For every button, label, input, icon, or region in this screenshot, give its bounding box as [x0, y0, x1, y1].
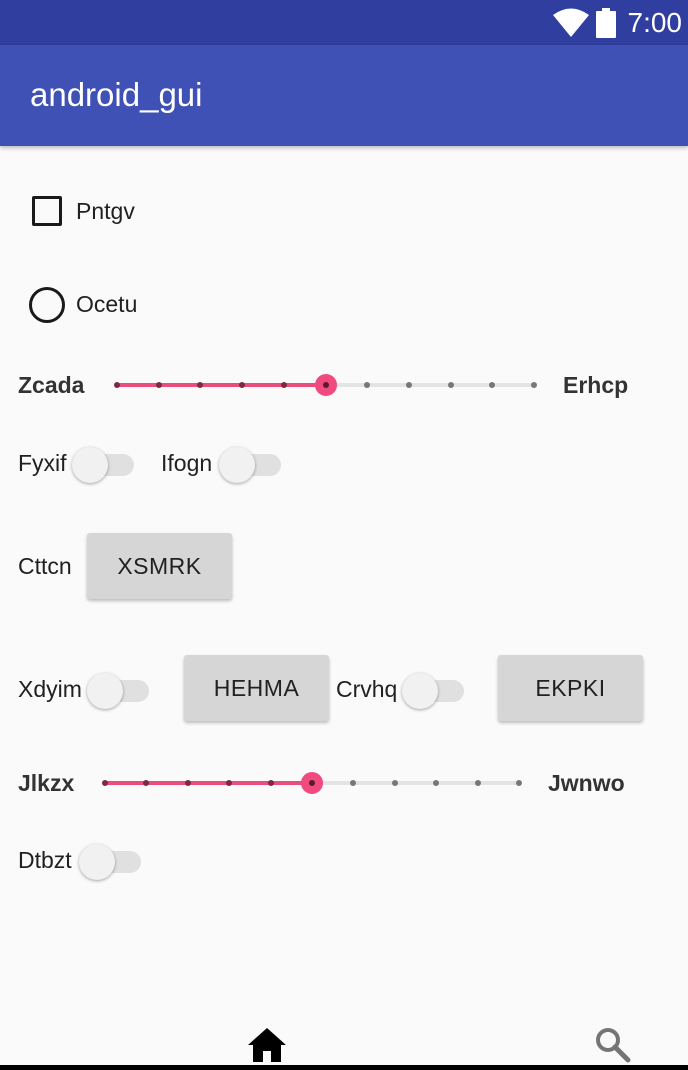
wifi-icon [553, 8, 589, 37]
slider2-tick [102, 780, 108, 786]
switch-fyxif-label: Fyxif [18, 450, 67, 476]
ekpki-button[interactable]: EKPKI [498, 655, 643, 721]
slider1-thumb[interactable] [314, 374, 337, 396]
switch-ifogn[interactable] [219, 444, 283, 483]
switch-dtbzt[interactable] [79, 841, 143, 880]
switch-fyxif[interactable] [72, 444, 136, 483]
status-time: 7:00 [627, 7, 683, 38]
checkbox[interactable] [32, 196, 62, 226]
xsmrk-button[interactable]: XSMRK [87, 533, 232, 599]
slider2-tick [433, 780, 440, 786]
slider2-tick [143, 780, 150, 786]
slider1-right-label: Erhcp [563, 372, 629, 398]
bottom-navigation [0, 1020, 688, 1070]
slider1-tick [280, 382, 287, 388]
app-bar: android_gui [0, 45, 688, 146]
slider1-tick [405, 382, 412, 388]
radio-button[interactable] [29, 287, 65, 323]
switch-xdyim-label: Xdyim [18, 676, 82, 702]
slider1[interactable] [114, 370, 537, 400]
search-icon[interactable] [594, 1026, 632, 1064]
switch-crvhq-label: Crvhq [336, 676, 398, 702]
radio-label[interactable]: Ocetu [76, 290, 137, 318]
slider1-tick [239, 382, 246, 388]
switch-thumb [87, 673, 123, 709]
slider1-fill [117, 383, 326, 387]
app-title: android_gui [30, 76, 203, 113]
slider2-right-label: Jwnwo [548, 770, 625, 796]
slider2-tick [226, 780, 233, 786]
slider1-tick [531, 382, 537, 388]
slider1-left-label: Zcada [18, 372, 85, 398]
slider2[interactable] [102, 768, 522, 798]
slider2-tick [184, 780, 191, 786]
switch-thumb [79, 844, 115, 880]
cttcn-label: Cttcn [18, 553, 72, 579]
home-icon[interactable] [248, 1028, 286, 1062]
slider1-tick [197, 382, 204, 388]
switch-xdyim[interactable] [87, 670, 151, 709]
slider2-tick [474, 780, 481, 786]
slider2-tick [350, 780, 357, 786]
slider2-tick [267, 780, 274, 786]
switch-ifogn-label: Ifogn [161, 450, 213, 476]
slider2-fill [105, 781, 312, 785]
slider1-tick [114, 382, 120, 388]
hehma-button[interactable]: HEHMA [184, 655, 329, 721]
switch-dtbzt-label: Dtbzt [18, 847, 72, 873]
slider1-tick [489, 382, 496, 388]
slider1-tick [364, 382, 371, 388]
slider2-tick [391, 780, 398, 786]
battery-icon [596, 8, 616, 38]
slider2-tick [516, 780, 522, 786]
switch-thumb [72, 447, 108, 483]
switch-thumb [219, 447, 255, 483]
slider1-tick [447, 382, 454, 388]
slider2-thumb[interactable] [301, 772, 323, 794]
slider1-tick [155, 382, 162, 388]
checkbox-label[interactable]: Pntgv [76, 197, 135, 225]
status-bar: 7:00 [0, 0, 688, 45]
switch-thumb [402, 673, 438, 709]
slider2-left-label: Jlkzx [18, 770, 75, 796]
nav-divider [0, 1065, 688, 1070]
switch-crvhq[interactable] [402, 670, 466, 709]
